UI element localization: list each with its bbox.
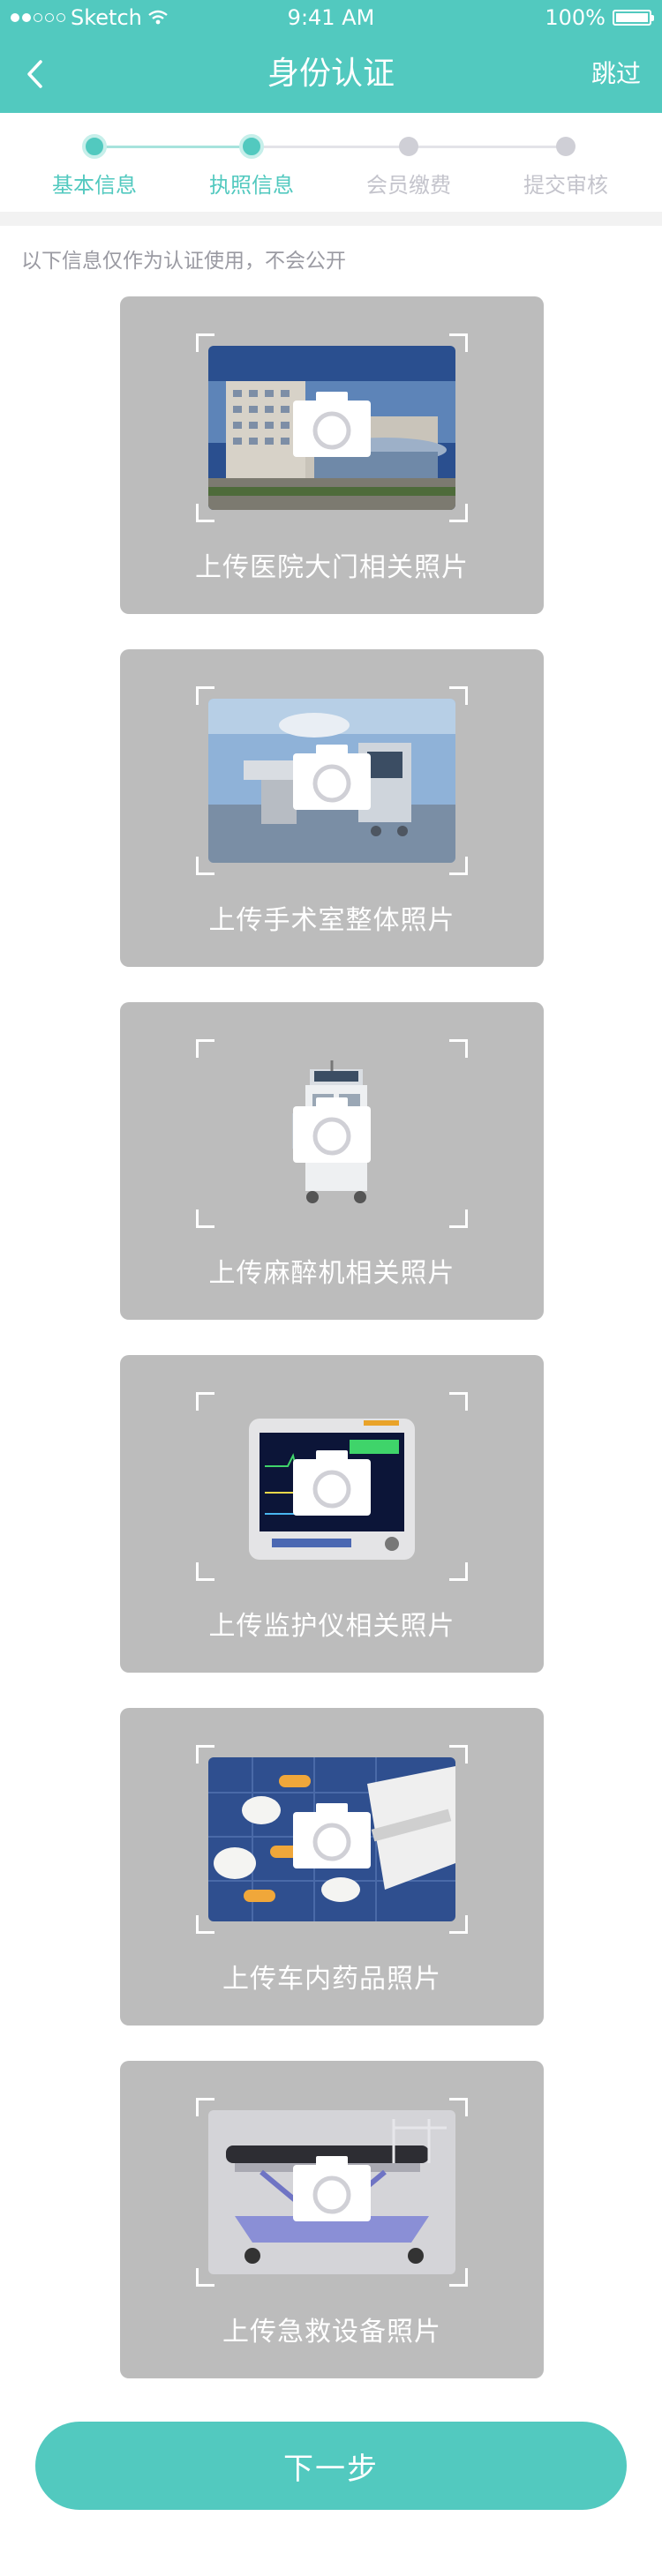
- upload-label: 上传急救设备照片: [222, 2317, 441, 2348]
- battery-group: 100%: [545, 5, 654, 30]
- camera-icon: [293, 392, 371, 457]
- photo-frame: [196, 2098, 468, 2287]
- step-4-label: 提交审核: [523, 173, 608, 198]
- upload-card-patient-monitor[interactable]: 上传监护仪相关照片: [120, 1355, 544, 1673]
- upload-card-medicine[interactable]: 上传车内药品照片: [120, 1708, 544, 2026]
- step-4-node: [556, 137, 575, 156]
- photo-frame: [196, 686, 468, 875]
- nav-bar: 身份认证 跳过: [0, 35, 662, 113]
- camera-icon: [293, 1097, 371, 1163]
- upload-label: 上传麻醉机相关照片: [208, 1258, 455, 1289]
- upload-label: 上传监护仪相关照片: [208, 1611, 455, 1642]
- step-1-node: [82, 134, 107, 159]
- next-step-button[interactable]: 下一步: [35, 2422, 627, 2510]
- step-3-label: 会员缴费: [366, 173, 451, 198]
- upload-label: 上传车内药品照片: [222, 1964, 441, 1995]
- step-2-label: 执照信息: [209, 173, 294, 198]
- photo-frame: [196, 1745, 468, 1934]
- upload-card-operating-room[interactable]: 上传手术室整体照片: [120, 649, 544, 967]
- upload-label: 上传手术室整体照片: [208, 905, 455, 936]
- battery-icon: [613, 10, 654, 26]
- privacy-hint: 以下信息仅作为认证使用，不会公开: [21, 250, 346, 273]
- camera-icon: [293, 2156, 371, 2221]
- page-title: 身份认证: [267, 56, 395, 92]
- step-1-label: 基本信息: [52, 173, 137, 198]
- photo-frame: [196, 333, 468, 522]
- status-bar: Sketch 9:41 AM 100%: [0, 0, 662, 35]
- skip-button[interactable]: 跳过: [591, 58, 641, 90]
- step-2-node: [239, 134, 264, 159]
- section-divider: [0, 212, 662, 226]
- photo-frame: [196, 1392, 468, 1581]
- camera-icon: [293, 745, 371, 810]
- camera-icon: [293, 1450, 371, 1516]
- camera-icon: [293, 1803, 371, 1868]
- upload-card-emergency-equipment[interactable]: 上传急救设备照片: [120, 2061, 544, 2378]
- battery-percent: 100%: [545, 5, 606, 30]
- upload-card-hospital-gate[interactable]: 上传医院大门相关照片: [120, 296, 544, 614]
- photo-frame: [196, 1039, 468, 1228]
- progress-steps: 基本信息 执照信息 会员缴费 提交审核: [0, 113, 662, 212]
- progress-line-done: [94, 146, 252, 148]
- upload-label: 上传医院大门相关照片: [195, 552, 469, 583]
- step-3-node: [399, 137, 418, 156]
- upload-card-anesthesia-machine[interactable]: 上传麻醉机相关照片: [120, 1002, 544, 1320]
